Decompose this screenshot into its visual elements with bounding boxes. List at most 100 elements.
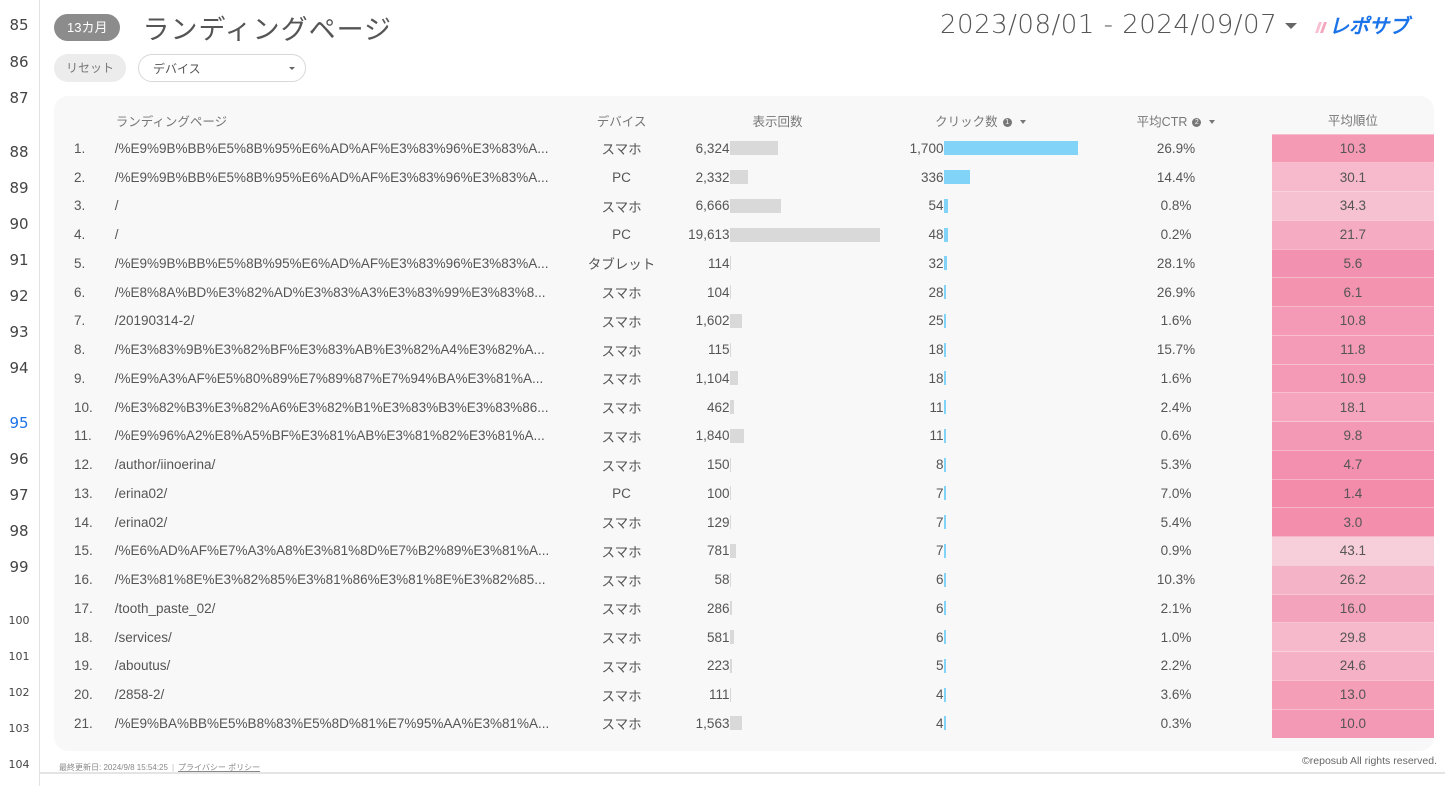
table-row[interactable]: 9. /%E9%A3%AF%E5%80%89%E7%89%87%E7%94%BA%…: [54, 363, 1434, 393]
landing-page-url[interactable]: /: [115, 220, 569, 249]
row-index: 6.: [74, 284, 86, 300]
period-chip[interactable]: 13カ月: [54, 13, 121, 41]
header-clicks-label: クリック数: [935, 114, 998, 129]
landing-page-url[interactable]: /: [115, 192, 569, 221]
line-number[interactable]: 104: [0, 758, 38, 771]
header-clicks[interactable]: クリック数 1: [880, 106, 1080, 134]
impressions-cell: 1,602: [674, 307, 880, 336]
line-number[interactable]: 103: [0, 722, 38, 735]
clicks-bar: [944, 658, 947, 673]
line-number[interactable]: 100: [0, 614, 38, 627]
clicks-bar: [944, 515, 947, 530]
line-number[interactable]: 95: [0, 407, 38, 437]
landing-page-url[interactable]: /%E9%9B%BB%E5%8B%95%E6%AD%AF%E3%83%96%E3…: [115, 134, 569, 163]
line-number[interactable]: 87: [0, 89, 38, 107]
line-number[interactable]: 86: [0, 53, 38, 71]
impressions-cell: 100: [674, 479, 880, 508]
landing-page-url[interactable]: /tooth_paste_02/: [115, 594, 569, 623]
landing-page-url[interactable]: /%E9%96%A2%E8%A5%BF%E3%81%AB%E3%81%82%E3…: [115, 422, 569, 451]
line-number[interactable]: 91: [0, 251, 38, 269]
row-index: 5.: [74, 255, 86, 271]
table-row[interactable]: 7. /20190314-2/スマホ 1,602 25 1.6% 10.8: [54, 306, 1434, 336]
sort-descending-icon[interactable]: [1209, 120, 1216, 125]
privacy-policy-link[interactable]: プライバシー ポリシー: [178, 763, 260, 772]
landing-page-url[interactable]: /20190314-2/: [115, 307, 569, 336]
line-number[interactable]: 92: [0, 287, 38, 305]
table-row[interactable]: 15. /%E6%AD%AF%E7%A3%A8%E3%81%8D%E7%B2%89…: [54, 536, 1434, 566]
table-row[interactable]: 8. /%E3%83%9B%E3%82%BF%E3%83%AB%E3%82%A4%…: [54, 334, 1434, 364]
line-number[interactable]: 96: [0, 450, 38, 468]
impressions-bar: [730, 687, 732, 702]
header-landing-page[interactable]: ランディングページ: [115, 106, 569, 134]
table-row[interactable]: 16. /%E3%81%8E%E3%82%85%E3%81%86%E3%81%8E…: [54, 564, 1434, 594]
table-row[interactable]: 3. / スマホ 6,666 54 0.8% 34.3: [54, 191, 1434, 221]
table-row[interactable]: 19. /aboutus/スマホ 223 5 2.2% 24.6: [54, 651, 1434, 681]
avg-rank-cell: 13.0: [1271, 679, 1434, 709]
row-index: 2.: [74, 169, 86, 185]
line-number[interactable]: 97: [0, 486, 38, 504]
clicks-value: 6: [935, 600, 944, 616]
landing-page-url[interactable]: /%E8%8A%BD%E3%82%AD%E3%83%A3%E3%83%99%E3…: [115, 278, 569, 307]
landing-page-url[interactable]: /%E3%82%B3%E3%82%A6%E3%82%B1%E3%83%B3%E3…: [115, 393, 569, 422]
landing-page-url[interactable]: /author/iinoerina/: [115, 450, 569, 479]
reset-button[interactable]: リセット: [54, 54, 127, 82]
table-row[interactable]: 20. /2858-2/スマホ 111 4 3.6% 13.0: [54, 679, 1434, 709]
landing-page-url[interactable]: /%E9%A3%AF%E5%80%89%E7%89%87%E7%94%BA%E3…: [115, 364, 569, 393]
clicks-cell: 32: [880, 249, 1080, 278]
ctr-cell: 5.3%: [1160, 457, 1192, 473]
line-number[interactable]: 85: [0, 16, 38, 34]
line-number[interactable]: 98: [0, 522, 38, 540]
line-number[interactable]: 102: [0, 686, 38, 699]
line-number[interactable]: 89: [0, 179, 38, 197]
clicks-cell: 5: [880, 652, 1080, 681]
table-row[interactable]: 2. /%E9%9B%BB%E5%8B%95%E6%AD%AF%E3%83%96%…: [54, 162, 1434, 192]
landing-page-url[interactable]: /%E3%81%8E%E3%82%85%E3%81%86%E3%81%8E%E3…: [115, 565, 569, 594]
row-index: 17.: [74, 600, 93, 616]
avg-rank-cell: 10.0: [1271, 708, 1434, 738]
line-number[interactable]: 101: [0, 650, 38, 663]
line-number[interactable]: 90: [0, 215, 38, 233]
table-row[interactable]: 13. /erina02/PC 100 7 7.0% 1.4: [54, 478, 1434, 508]
device-filter-dropdown[interactable]: デバイス: [138, 54, 307, 82]
table-row[interactable]: 17. /tooth_paste_02/スマホ 286 6 2.1% 16.0: [54, 593, 1434, 623]
clicks-cell: 18: [880, 335, 1080, 364]
header-device[interactable]: デバイス: [569, 106, 675, 134]
avg-rank-cell: 6.1: [1271, 277, 1434, 307]
table-row[interactable]: 21. /%E9%BA%BB%E5%B8%83%E5%8D%81%E7%95%AA…: [54, 708, 1434, 738]
table-row[interactable]: 4. / PC 19,613 48 0.2% 21.7: [54, 219, 1434, 249]
impressions-bar: [730, 630, 735, 645]
header-ctr[interactable]: 平均CTR 2: [1080, 106, 1271, 134]
avg-rank-cell: 1.4: [1271, 478, 1434, 508]
line-number[interactable]: 93: [0, 323, 38, 341]
impressions-bar: [730, 227, 881, 242]
header-impressions[interactable]: 表示回数: [674, 106, 880, 134]
line-number[interactable]: 94: [0, 359, 38, 377]
landing-page-url[interactable]: /%E6%AD%AF%E7%A3%A8%E3%81%8D%E7%B2%89%E3…: [115, 537, 569, 566]
table-row[interactable]: 11. /%E9%96%A2%E8%A5%BF%E3%81%AB%E3%81%82…: [54, 421, 1434, 451]
table-row[interactable]: 6. /%E8%8A%BD%E3%82%AD%E3%83%A3%E3%83%99%…: [54, 277, 1434, 307]
landing-page-url[interactable]: /%E9%BA%BB%E5%B8%83%E5%8D%81%E7%95%AA%E3…: [115, 709, 569, 738]
table-row[interactable]: 5. /%E9%9B%BB%E5%8B%95%E6%AD%AF%E3%83%96%…: [54, 248, 1434, 278]
landing-page-url[interactable]: /aboutus/: [115, 652, 569, 681]
table-row[interactable]: 18. /services/スマホ 581 6 1.0% 29.8: [54, 622, 1434, 652]
landing-page-url[interactable]: /%E9%9B%BB%E5%8B%95%E6%AD%AF%E3%83%96%E3…: [115, 163, 569, 192]
header-avg-rank[interactable]: 平均順位: [1272, 106, 1434, 134]
table-row[interactable]: 1. /%E9%9B%BB%E5%8B%95%E6%AD%AF%E3%83%96%…: [54, 133, 1434, 163]
landing-page-url[interactable]: /%E3%83%9B%E3%82%BF%E3%83%AB%E3%82%A4%E3…: [115, 335, 569, 364]
clicks-cell: 336: [880, 163, 1080, 192]
landing-page-url[interactable]: /services/: [115, 623, 569, 652]
sort-descending-icon[interactable]: [1019, 120, 1026, 125]
table-row[interactable]: 10. /%E3%82%B3%E3%82%A6%E3%82%B1%E3%83%B3…: [54, 392, 1434, 422]
table-row[interactable]: 14. /erina02/スマホ 129 7 5.4% 3.0: [54, 507, 1434, 537]
table-row[interactable]: 12. /author/iinoerina/スマホ 150 8 5.3% 4.7: [54, 449, 1434, 479]
date-range-picker[interactable]: 2023/08/01 - 2024/09/07: [940, 10, 1277, 40]
landing-page-url[interactable]: /%E9%9B%BB%E5%8B%95%E6%AD%AF%E3%83%96%E3…: [115, 249, 569, 278]
reposub-logo: レポサブ: [1315, 14, 1413, 37]
impressions-value: 6,324: [695, 140, 730, 156]
landing-page-url[interactable]: /erina02/: [115, 508, 569, 537]
line-number[interactable]: 88: [0, 143, 38, 161]
date-range-dropdown-icon[interactable]: [1285, 23, 1297, 29]
landing-page-url[interactable]: /erina02/: [115, 479, 569, 508]
line-number[interactable]: 99: [0, 558, 38, 576]
landing-page-url[interactable]: /2858-2/: [115, 680, 569, 709]
